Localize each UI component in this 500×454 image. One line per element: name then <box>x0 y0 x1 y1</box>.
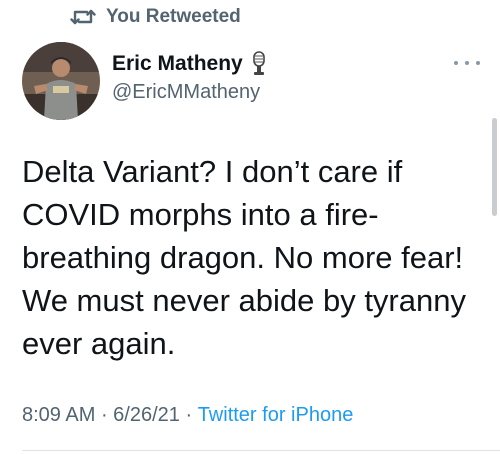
tweet-metadata: 8:09 AM · 6/26/21 · Twitter for iPhone <box>22 404 353 427</box>
meta-separator: · <box>179 404 198 426</box>
meta-separator: · <box>95 404 114 426</box>
more-dot <box>465 61 469 65</box>
more-options-icon[interactable] <box>454 56 480 70</box>
tweet-time[interactable]: 8:09 AM <box>22 404 95 427</box>
retweet-label: You Retweeted <box>106 6 241 27</box>
more-dot <box>476 61 480 65</box>
more-dot <box>454 61 458 65</box>
microphone-icon <box>251 51 267 77</box>
tweet-source-link[interactable]: Twitter for iPhone <box>198 404 354 427</box>
tweet-text: Delta Variant? I don’t care if COVID mor… <box>22 154 466 361</box>
retweet-icon <box>70 7 96 27</box>
author-handle[interactable]: @EricMMatheny <box>112 81 267 104</box>
tweet-date[interactable]: 6/26/21 <box>113 404 180 427</box>
retweet-context: You Retweeted <box>70 4 241 30</box>
author-block[interactable]: Eric Matheny @EricMMatheny <box>112 50 267 104</box>
avatar[interactable] <box>22 42 100 120</box>
divider <box>22 450 500 451</box>
scrollbar[interactable] <box>492 118 497 216</box>
author-name[interactable]: Eric Matheny <box>112 52 243 76</box>
